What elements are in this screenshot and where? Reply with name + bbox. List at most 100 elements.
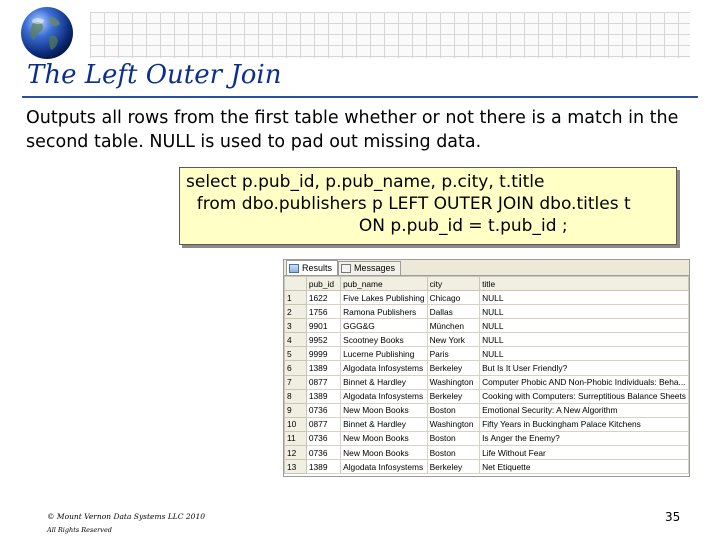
column-header[interactable]: city <box>426 276 481 291</box>
row-number: 6 <box>284 360 307 376</box>
row-number: 1 <box>284 289 307 306</box>
table-row[interactable]: 10 0877 Binnet & Hardley Washington Fifty Ye… <box>284 416 689 432</box>
table-cell[interactable]: Binnet & Hardley <box>340 416 428 432</box>
table-cell[interactable]: But Is It User Friendly? <box>479 360 689 376</box>
row-number: 4 <box>284 332 307 348</box>
table-cell[interactable]: Life Without Fear <box>479 445 689 461</box>
table-row[interactable]: 6 1389 Algodata Infosystems Berkeley But Is … <box>284 360 689 376</box>
table-cell[interactable]: Lucerne Publishing <box>340 346 428 362</box>
table-cell[interactable]: Fifty Years in Buckingham Palace Kitchen… <box>479 416 689 432</box>
table-cell[interactable]: New Moon Books <box>340 402 428 418</box>
table-cell[interactable]: Five Lakes Publishing <box>340 289 428 306</box>
column-header[interactable]: pub_name <box>340 276 428 291</box>
sql-line: from dbo.publishers p LEFT OUTER JOIN db… <box>186 194 631 214</box>
row-number: 11 <box>284 430 307 447</box>
row-number: 5 <box>284 346 307 362</box>
table-row[interactable]: 8 1389 Algodata Infosystems Berkeley Cooking… <box>284 388 689 404</box>
table-cell[interactable]: München <box>426 318 481 334</box>
table-cell[interactable]: 0736 <box>305 445 342 461</box>
table-row[interactable]: 12 0736 New Moon Books Boston Life Without F… <box>284 445 689 461</box>
table-row[interactable]: 13 1389 Algodata Infosystems Berkeley Net Et… <box>284 459 689 475</box>
table-cell[interactable]: Berkeley <box>426 360 481 376</box>
table-cell[interactable]: GGG&G <box>340 318 428 334</box>
page-number: 35 <box>665 510 681 524</box>
tab-results[interactable]: Results <box>286 260 339 275</box>
messages-icon <box>341 264 352 273</box>
column-header[interactable]: pub_id <box>305 276 342 291</box>
tab-messages[interactable]: Messages <box>338 261 402 275</box>
table-cell[interactable]: 9901 <box>305 318 342 334</box>
sql-query-box: select p.pub_id, p.pub_name, p.city, t.t… <box>179 167 677 245</box>
grid-icon <box>289 263 299 273</box>
table-cell[interactable]: New Moon Books <box>340 430 428 447</box>
query-results-panel: Results Messages pub_id pub_name city ti… <box>283 259 690 477</box>
table-cell[interactable]: NULL <box>479 332 689 348</box>
table-cell[interactable]: Binnet & Hardley <box>340 374 428 390</box>
table-cell[interactable]: 1389 <box>305 360 342 376</box>
table-cell[interactable]: 9999 <box>305 346 342 362</box>
table-cell[interactable]: New York <box>426 332 481 348</box>
table-cell[interactable]: Scootney Books <box>340 332 428 348</box>
table-cell[interactable]: 9952 <box>305 332 342 348</box>
table-row[interactable]: 3 9901 GGG&G München NULL <box>284 318 689 334</box>
table-cell[interactable]: Washington <box>426 416 481 432</box>
table-cell[interactable]: Chicago <box>426 289 481 306</box>
slide-title: The Left Outer Join <box>27 60 282 90</box>
table-cell[interactable]: NULL <box>479 318 689 334</box>
table-cell[interactable]: 0736 <box>305 402 342 418</box>
sql-line: ON p.pub_id = t.pub_id ; <box>186 216 568 236</box>
table-cell[interactable]: 0877 <box>305 374 342 390</box>
results-grid: pub_id pub_name city title 1 1622 Five Lak… <box>284 276 689 475</box>
table-cell[interactable]: Boston <box>426 402 481 418</box>
table-cell[interactable]: Is Anger the Enemy? <box>479 430 689 447</box>
table-cell[interactable]: NULL <box>479 346 689 362</box>
table-row[interactable]: 2 1756 Ramona Publishers Dallas NULL <box>284 304 689 320</box>
table-row[interactable]: 4 9952 Scootney Books New York NULL <box>284 332 689 348</box>
table-row[interactable]: 9 0736 New Moon Books Boston Emotional Secur… <box>284 402 689 418</box>
header-grid-band <box>90 12 690 58</box>
globe-logo <box>21 7 73 59</box>
table-cell[interactable]: Ramona Publishers <box>340 304 428 320</box>
table-cell[interactable]: Boston <box>426 430 481 447</box>
row-number: 9 <box>284 402 307 418</box>
row-number: 10 <box>284 416 307 432</box>
table-cell[interactable]: Washington <box>426 374 481 390</box>
table-cell[interactable]: Algodata Infosystems <box>340 360 428 376</box>
title-rule <box>22 96 698 98</box>
table-cell[interactable]: 0877 <box>305 416 342 432</box>
table-row[interactable]: 11 0736 New Moon Books Boston Is Anger the E… <box>284 430 689 447</box>
table-cell[interactable]: Net Etiquette <box>479 459 689 475</box>
table-cell[interactable]: NULL <box>479 304 689 320</box>
row-number: 8 <box>284 388 307 404</box>
table-cell[interactable]: Berkeley <box>426 459 481 475</box>
row-number: 12 <box>284 445 307 461</box>
column-header[interactable]: title <box>479 276 689 291</box>
row-number: 2 <box>284 304 307 320</box>
table-cell[interactable]: 0736 <box>305 430 342 447</box>
table-cell[interactable]: Algodata Infosystems <box>340 459 428 475</box>
table-row[interactable]: 5 9999 Lucerne Publishing Paris NULL <box>284 346 689 362</box>
table-cell[interactable]: New Moon Books <box>340 445 428 461</box>
row-number: 3 <box>284 318 307 334</box>
slide-body-text: Outputs all rows from the first table wh… <box>26 108 679 152</box>
results-tab-bar: Results Messages <box>284 260 689 276</box>
table-cell[interactable]: Boston <box>426 445 481 461</box>
table-cell[interactable]: Paris <box>426 346 481 362</box>
footer-copyright: © Mount Vernon Data Systems LLC 2010 <box>47 512 205 521</box>
table-cell[interactable]: Dallas <box>426 304 481 320</box>
table-cell[interactable]: NULL <box>479 289 689 306</box>
row-number-header <box>284 276 307 291</box>
table-cell[interactable]: Computer Phobic AND Non-Phobic Individua… <box>479 374 689 390</box>
table-cell[interactable]: 1622 <box>305 289 342 306</box>
tab-label: Results <box>302 262 333 273</box>
table-cell[interactable]: 1389 <box>305 459 342 475</box>
table-cell[interactable]: Emotional Security: A New Algorithm <box>479 402 689 418</box>
table-row[interactable]: 1 1622 Five Lakes Publishing Chicago NULL <box>284 289 689 306</box>
table-cell[interactable]: Cooking with Computers: Surreptitious Ba… <box>479 388 689 404</box>
header-row: pub_id pub_name city title <box>284 276 689 291</box>
table-cell[interactable]: 1389 <box>305 388 342 404</box>
table-cell[interactable]: 1756 <box>305 304 342 320</box>
table-row[interactable]: 7 0877 Binnet & Hardley Washington Computer … <box>284 374 689 390</box>
table-cell[interactable]: Algodata Infosystems <box>340 388 428 404</box>
table-cell[interactable]: Berkeley <box>426 388 481 404</box>
